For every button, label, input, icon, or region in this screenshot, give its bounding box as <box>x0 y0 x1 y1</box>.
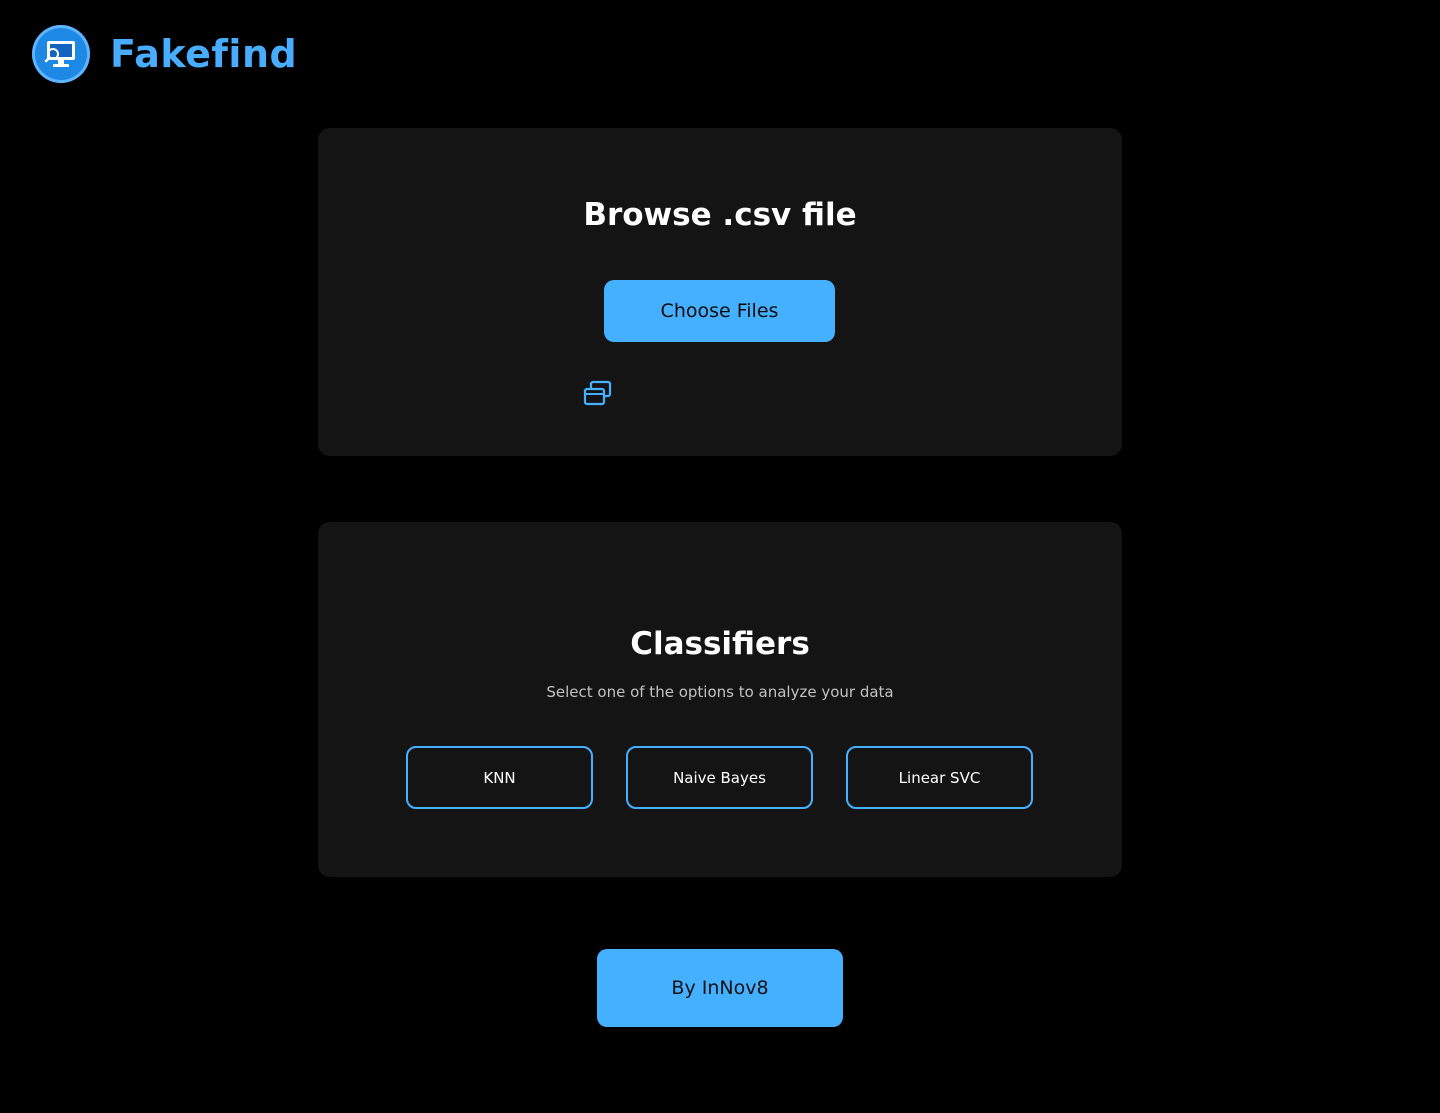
upload-title: Browse .csv file <box>583 197 857 233</box>
knn-button[interactable]: KNN <box>406 746 593 809</box>
naive-bayes-button[interactable]: Naive Bayes <box>626 746 813 809</box>
classifiers-subtitle: Select one of the options to analyze you… <box>546 683 894 701</box>
linear-svc-button[interactable]: Linear SVC <box>846 746 1033 809</box>
stacked-windows-icon[interactable] <box>583 380 613 408</box>
credit-button[interactable]: By InNov8 <box>597 949 843 1027</box>
brand-name: Fakefind <box>110 32 298 76</box>
monitor-search-icon[interactable] <box>32 25 90 83</box>
header: Fakefind <box>32 24 297 84</box>
classifiers-title: Classifiers <box>630 626 810 662</box>
upload-card: Browse .csv file Choose Files <box>318 128 1122 456</box>
choose-files-button[interactable]: Choose Files <box>604 280 835 342</box>
classifiers-card: Classifiers Select one of the options to… <box>318 522 1122 877</box>
